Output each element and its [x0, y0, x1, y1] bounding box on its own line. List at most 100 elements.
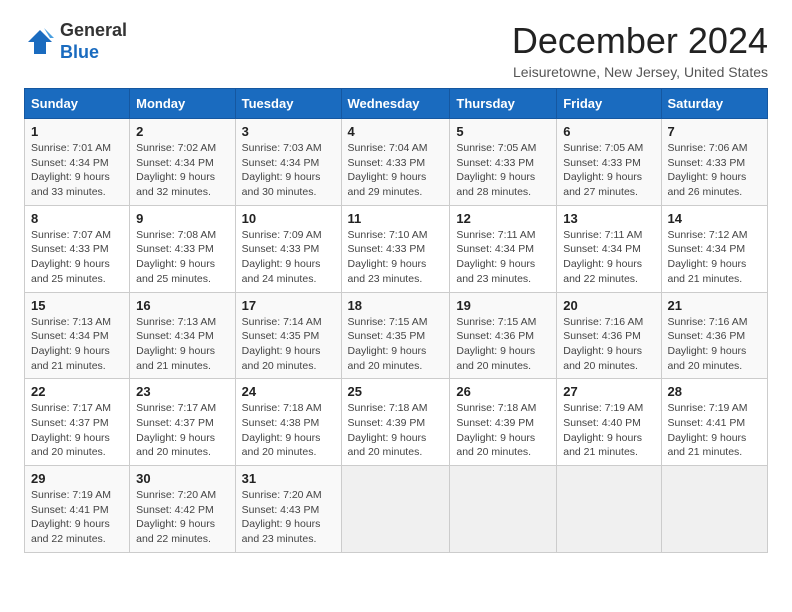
- calendar-cell: 27Sunrise: 7:19 AMSunset: 4:40 PMDayligh…: [557, 379, 661, 466]
- calendar-cell: 21Sunrise: 7:16 AMSunset: 4:36 PMDayligh…: [661, 292, 768, 379]
- day-number: 29: [31, 471, 123, 486]
- calendar-cell: 4 Sunrise: 7:04 AMSunset: 4:33 PMDaylight…: [341, 119, 450, 206]
- day-number: 4: [348, 124, 444, 139]
- logo-icon: [24, 26, 56, 58]
- calendar-cell: 11 Sunrise: 7:10 AMSunset: 4:33 PMDayligh…: [341, 205, 450, 292]
- title-block: December 2024 Leisuretowne, New Jersey, …: [512, 20, 768, 80]
- day-detail: Sunrise: 7:10 AMSunset: 4:33 PMDaylight:…: [348, 228, 444, 287]
- column-header-tuesday: Tuesday: [235, 89, 341, 119]
- calendar-cell: [341, 466, 450, 553]
- calendar-cell: 8 Sunrise: 7:07 AMSunset: 4:33 PMDaylight…: [25, 205, 130, 292]
- day-detail: Sunrise: 7:04 AMSunset: 4:33 PMDaylight:…: [348, 141, 444, 200]
- day-number: 8: [31, 211, 123, 226]
- day-detail: Sunrise: 7:05 AMSunset: 4:33 PMDaylight:…: [456, 141, 550, 200]
- column-header-wednesday: Wednesday: [341, 89, 450, 119]
- calendar-week-5: 29 Sunrise: 7:19 AMSunset: 4:41 PMDayligh…: [25, 466, 768, 553]
- calendar-cell: 16Sunrise: 7:13 AMSunset: 4:34 PMDayligh…: [130, 292, 235, 379]
- day-detail: Sunrise: 7:12 AMSunset: 4:34 PMDaylight:…: [668, 228, 762, 287]
- calendar-cell: 10 Sunrise: 7:09 AMSunset: 4:33 PMDayligh…: [235, 205, 341, 292]
- day-detail: Sunrise: 7:15 AMSunset: 4:35 PMDaylight:…: [348, 315, 444, 374]
- calendar-header-row: SundayMondayTuesdayWednesdayThursdayFrid…: [25, 89, 768, 119]
- column-header-saturday: Saturday: [661, 89, 768, 119]
- day-number: 9: [136, 211, 228, 226]
- calendar-subtitle: Leisuretowne, New Jersey, United States: [512, 64, 768, 80]
- day-number: 28: [668, 384, 762, 399]
- day-number: 25: [348, 384, 444, 399]
- day-detail: Sunrise: 7:19 AMSunset: 4:40 PMDaylight:…: [563, 401, 654, 460]
- day-detail: Sunrise: 7:03 AMSunset: 4:34 PMDaylight:…: [242, 141, 335, 200]
- day-number: 11: [348, 211, 444, 226]
- page-header: General Blue December 2024 Leisuretowne,…: [24, 20, 768, 80]
- calendar-title: December 2024: [512, 20, 768, 62]
- day-number: 7: [668, 124, 762, 139]
- day-detail: Sunrise: 7:16 AMSunset: 4:36 PMDaylight:…: [668, 315, 762, 374]
- day-number: 26: [456, 384, 550, 399]
- calendar-cell: 22Sunrise: 7:17 AMSunset: 4:37 PMDayligh…: [25, 379, 130, 466]
- calendar-week-1: 1 Sunrise: 7:01 AMSunset: 4:34 PMDaylight…: [25, 119, 768, 206]
- calendar-cell: 20Sunrise: 7:16 AMSunset: 4:36 PMDayligh…: [557, 292, 661, 379]
- day-number: 6: [563, 124, 654, 139]
- calendar-cell: 12 Sunrise: 7:11 AMSunset: 4:34 PMDayligh…: [450, 205, 557, 292]
- calendar-cell: 7 Sunrise: 7:06 AMSunset: 4:33 PMDaylight…: [661, 119, 768, 206]
- calendar-cell: 26 Sunrise: 7:18 AMSunset: 4:39 PMDayligh…: [450, 379, 557, 466]
- calendar-week-2: 8 Sunrise: 7:07 AMSunset: 4:33 PMDaylight…: [25, 205, 768, 292]
- day-number: 1: [31, 124, 123, 139]
- day-detail: Sunrise: 7:15 AMSunset: 4:36 PMDaylight:…: [456, 315, 550, 374]
- calendar-cell: 1 Sunrise: 7:01 AMSunset: 4:34 PMDaylight…: [25, 119, 130, 206]
- calendar-week-3: 15 Sunrise: 7:13 AMSunset: 4:34 PMDayligh…: [25, 292, 768, 379]
- day-detail: Sunrise: 7:20 AMSunset: 4:42 PMDaylight:…: [136, 488, 228, 547]
- calendar-cell: 24Sunrise: 7:18 AMSunset: 4:38 PMDayligh…: [235, 379, 341, 466]
- day-detail: Sunrise: 7:09 AMSunset: 4:33 PMDaylight:…: [242, 228, 335, 287]
- day-number: 2: [136, 124, 228, 139]
- day-number: 18: [348, 298, 444, 313]
- day-detail: Sunrise: 7:17 AMSunset: 4:37 PMDaylight:…: [31, 401, 123, 460]
- day-number: 17: [242, 298, 335, 313]
- calendar-cell: 23Sunrise: 7:17 AMSunset: 4:37 PMDayligh…: [130, 379, 235, 466]
- day-detail: Sunrise: 7:19 AMSunset: 4:41 PMDaylight:…: [668, 401, 762, 460]
- day-number: 13: [563, 211, 654, 226]
- calendar-week-4: 22Sunrise: 7:17 AMSunset: 4:37 PMDayligh…: [25, 379, 768, 466]
- calendar-cell: 13Sunrise: 7:11 AMSunset: 4:34 PMDayligh…: [557, 205, 661, 292]
- day-detail: Sunrise: 7:07 AMSunset: 4:33 PMDaylight:…: [31, 228, 123, 287]
- day-number: 3: [242, 124, 335, 139]
- calendar-cell: 15 Sunrise: 7:13 AMSunset: 4:34 PMDayligh…: [25, 292, 130, 379]
- calendar-cell: 28 Sunrise: 7:19 AMSunset: 4:41 PMDayligh…: [661, 379, 768, 466]
- calendar-cell: 18 Sunrise: 7:15 AMSunset: 4:35 PMDayligh…: [341, 292, 450, 379]
- day-detail: Sunrise: 7:14 AMSunset: 4:35 PMDaylight:…: [242, 315, 335, 374]
- day-detail: Sunrise: 7:11 AMSunset: 4:34 PMDaylight:…: [456, 228, 550, 287]
- calendar-cell: 19 Sunrise: 7:15 AMSunset: 4:36 PMDayligh…: [450, 292, 557, 379]
- day-detail: Sunrise: 7:08 AMSunset: 4:33 PMDaylight:…: [136, 228, 228, 287]
- calendar-table: SundayMondayTuesdayWednesdayThursdayFrid…: [24, 88, 768, 553]
- logo: General Blue: [24, 20, 127, 63]
- calendar-cell: 25 Sunrise: 7:18 AMSunset: 4:39 PMDayligh…: [341, 379, 450, 466]
- calendar-cell: 3 Sunrise: 7:03 AMSunset: 4:34 PMDaylight…: [235, 119, 341, 206]
- day-detail: Sunrise: 7:19 AMSunset: 4:41 PMDaylight:…: [31, 488, 123, 547]
- calendar-cell: [450, 466, 557, 553]
- day-detail: Sunrise: 7:18 AMSunset: 4:39 PMDaylight:…: [348, 401, 444, 460]
- day-number: 30: [136, 471, 228, 486]
- day-number: 15: [31, 298, 123, 313]
- calendar-cell: 29 Sunrise: 7:19 AMSunset: 4:41 PMDayligh…: [25, 466, 130, 553]
- logo-text: General Blue: [60, 20, 127, 63]
- day-number: 19: [456, 298, 550, 313]
- calendar-cell: 6 Sunrise: 7:05 AMSunset: 4:33 PMDaylight…: [557, 119, 661, 206]
- calendar-cell: [661, 466, 768, 553]
- day-detail: Sunrise: 7:06 AMSunset: 4:33 PMDaylight:…: [668, 141, 762, 200]
- column-header-thursday: Thursday: [450, 89, 557, 119]
- day-number: 12: [456, 211, 550, 226]
- day-detail: Sunrise: 7:13 AMSunset: 4:34 PMDaylight:…: [31, 315, 123, 374]
- calendar-cell: 17 Sunrise: 7:14 AMSunset: 4:35 PMDayligh…: [235, 292, 341, 379]
- day-number: 10: [242, 211, 335, 226]
- calendar-cell: 30 Sunrise: 7:20 AMSunset: 4:42 PMDayligh…: [130, 466, 235, 553]
- day-detail: Sunrise: 7:18 AMSunset: 4:39 PMDaylight:…: [456, 401, 550, 460]
- calendar-cell: 14 Sunrise: 7:12 AMSunset: 4:34 PMDayligh…: [661, 205, 768, 292]
- day-detail: Sunrise: 7:01 AMSunset: 4:34 PMDaylight:…: [31, 141, 123, 200]
- column-header-friday: Friday: [557, 89, 661, 119]
- calendar-cell: 31Sunrise: 7:20 AMSunset: 4:43 PMDayligh…: [235, 466, 341, 553]
- day-number: 14: [668, 211, 762, 226]
- calendar-cell: 2Sunrise: 7:02 AMSunset: 4:34 PMDaylight…: [130, 119, 235, 206]
- day-number: 23: [136, 384, 228, 399]
- calendar-body: 1 Sunrise: 7:01 AMSunset: 4:34 PMDaylight…: [25, 119, 768, 553]
- day-detail: Sunrise: 7:05 AMSunset: 4:33 PMDaylight:…: [563, 141, 654, 200]
- calendar-cell: [557, 466, 661, 553]
